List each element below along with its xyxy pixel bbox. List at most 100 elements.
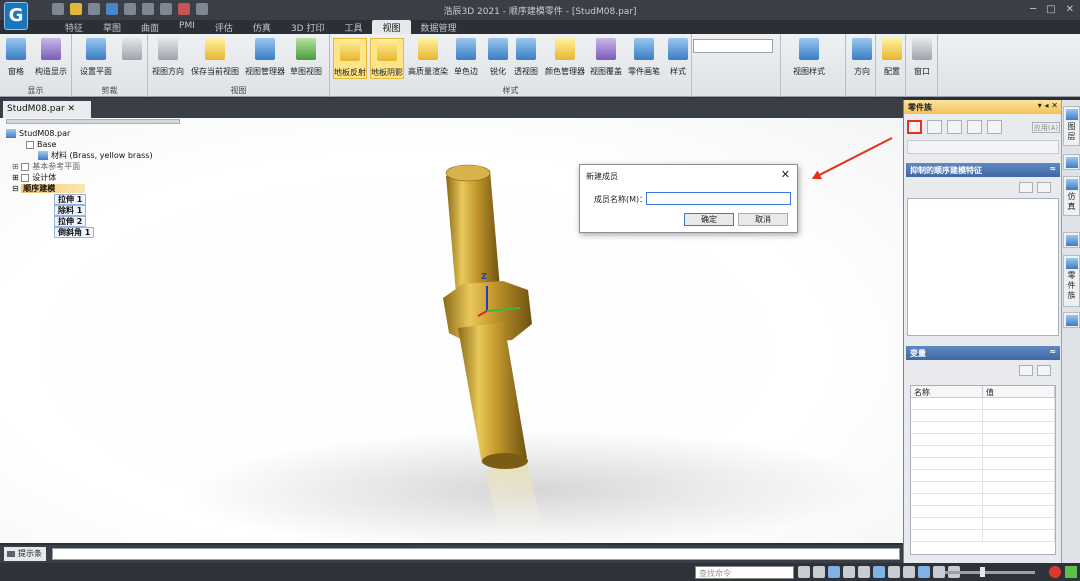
member-dropdown[interactable] — [907, 140, 1059, 154]
tree-base[interactable]: Base — [26, 139, 56, 150]
apply-button[interactable]: 应用(A) — [1032, 122, 1060, 133]
remove-feature-icon[interactable] — [1037, 182, 1051, 193]
zoom-slider[interactable] — [945, 567, 1035, 577]
floor-reflection-button[interactable]: 地板反射 — [333, 38, 367, 79]
render-icon[interactable] — [918, 566, 930, 578]
vtab-tool-c[interactable] — [1063, 312, 1080, 328]
set-plane-button[interactable]: 设置平面 — [80, 38, 112, 77]
construction-display-button[interactable]: 构造显示 — [35, 38, 67, 77]
window-button[interactable]: 窗口 — [912, 38, 932, 77]
table-icon[interactable] — [987, 120, 1002, 134]
table-row[interactable] — [911, 506, 1055, 518]
config-button[interactable]: 配置 — [882, 38, 902, 77]
perspective-button[interactable]: 透视图 — [514, 38, 538, 77]
close-tab-icon[interactable]: ✕ — [68, 104, 76, 114]
tree-ref-planes[interactable]: ⊞ 基本参考平面 — [12, 161, 80, 172]
copy-member-icon[interactable] — [927, 120, 942, 134]
tab-data-management[interactable]: 数据管理 — [411, 20, 467, 34]
stud-part[interactable] — [443, 164, 532, 469]
maximize-icon[interactable]: □ — [1046, 4, 1055, 15]
add-variable-icon[interactable] — [1019, 365, 1033, 376]
table-row[interactable] — [911, 482, 1055, 494]
tab-pmi[interactable]: PMI — [169, 20, 205, 34]
ok-button[interactable]: 确定 — [684, 213, 734, 226]
save-view-button[interactable]: 保存当前视图 — [191, 38, 239, 77]
tab-tools[interactable]: 工具 — [334, 20, 372, 34]
tab-feature[interactable]: 特征 — [55, 20, 93, 34]
table-row[interactable] — [911, 494, 1055, 506]
collapse-icon[interactable]: ⊟ — [12, 184, 21, 193]
minimize-icon[interactable]: ─ — [1030, 4, 1036, 15]
close-icon[interactable]: ✕ — [1066, 4, 1074, 15]
vtab-part-family[interactable]: 零件族 — [1063, 255, 1080, 307]
tab-surface[interactable]: 曲面 — [131, 20, 169, 34]
expand-icon[interactable]: ⊞ — [12, 162, 21, 171]
tab-sketch[interactable]: 草图 — [93, 20, 131, 34]
tab-evaluate[interactable]: 评估 — [205, 20, 243, 34]
table-row[interactable] — [911, 470, 1055, 482]
suppressed-features-list[interactable] — [907, 198, 1059, 336]
command-search-input[interactable]: 查找命令 — [695, 566, 794, 579]
vtab-layers[interactable]: 图层 — [1063, 106, 1080, 146]
tree-feature-1[interactable]: 拉伸 1 — [54, 194, 87, 205]
vtab-simulation[interactable]: 仿真 — [1063, 176, 1080, 216]
panes-button[interactable]: 窗格 — [6, 38, 26, 77]
table-row[interactable] — [911, 410, 1055, 422]
suppressed-features-header[interactable]: 抑制的顺序建模特征 ≈ — [906, 163, 1060, 177]
light-icon[interactable] — [933, 566, 945, 578]
floor-shadow-button[interactable]: 地板阴影 — [370, 38, 404, 79]
delete-member-icon[interactable] — [947, 120, 962, 134]
vtab-tool-b[interactable] — [1063, 232, 1080, 248]
view-style-button[interactable]: 视图样式 — [793, 38, 825, 77]
shade-icon[interactable] — [888, 566, 900, 578]
style-dropdown[interactable] — [693, 39, 773, 53]
variables-header[interactable]: 变量 ≈ — [906, 346, 1060, 360]
part-painter-button[interactable]: 零件画笔 — [628, 38, 660, 77]
tree-feature-2[interactable]: 除料 1 — [54, 205, 87, 216]
zoom-icon[interactable] — [828, 566, 840, 578]
remove-variable-icon[interactable] — [1037, 365, 1051, 376]
view-orientation-button[interactable]: 视图方向 — [152, 38, 184, 77]
tab-view[interactable]: 视图 — [372, 20, 411, 34]
tree-design-body[interactable]: ⊞ 设计体 — [12, 172, 56, 183]
table-row[interactable] — [911, 398, 1055, 410]
member-name-input[interactable] — [646, 192, 791, 205]
run-icon[interactable] — [1065, 566, 1077, 578]
checkbox-icon[interactable] — [26, 140, 34, 149]
rotate-icon[interactable] — [873, 566, 885, 578]
stop-icon[interactable] — [1049, 566, 1061, 578]
view-cube-icon[interactable] — [903, 566, 915, 578]
table-row[interactable] — [911, 422, 1055, 434]
tree-root[interactable]: StudM08.par — [6, 128, 70, 139]
arrow-icon[interactable] — [798, 566, 810, 578]
orient-button[interactable]: 方向 — [852, 38, 872, 77]
tree-material[interactable]: 材料 (Brass, yellow brass) — [38, 150, 153, 161]
vtab-tool-a[interactable] — [1063, 154, 1080, 170]
tree-feature-3[interactable]: 拉伸 2 — [54, 216, 87, 227]
prompt-bar-field[interactable] — [52, 548, 900, 560]
table-row[interactable] — [911, 458, 1055, 470]
table-row[interactable] — [911, 434, 1055, 446]
dialog-close-icon[interactable]: ✕ — [781, 168, 790, 181]
new-member-icon[interactable] — [907, 120, 922, 134]
tree-sequential[interactable]: ⊟ 顺序建模 — [12, 183, 86, 194]
tree-feature-4[interactable]: 倒斜角 1 — [54, 227, 95, 238]
mono-edge-button[interactable]: 单色边 — [454, 38, 478, 77]
collapse-chevron-icon[interactable]: ≈ — [1049, 347, 1056, 356]
member-props-icon[interactable] — [967, 120, 982, 134]
view-overlay-button[interactable]: 视图覆盖 — [590, 38, 622, 77]
panel-controls[interactable]: ▾ ◂ ✕ — [1038, 101, 1058, 110]
zoom-area-icon[interactable] — [813, 566, 825, 578]
cancel-button[interactable]: 取消 — [738, 213, 788, 226]
color-manager-button[interactable]: 颜色管理器 — [545, 38, 585, 77]
app-logo[interactable]: G — [4, 2, 28, 30]
tab-3d-print[interactable]: 3D 打印 — [281, 20, 335, 34]
collapse-chevron-icon[interactable]: ≈ — [1049, 164, 1056, 173]
table-row[interactable] — [911, 518, 1055, 530]
document-tab[interactable]: StudM08.par ✕ — [3, 101, 91, 118]
fit-icon[interactable] — [843, 566, 855, 578]
sketch-view-button[interactable]: 草图视图 — [290, 38, 322, 77]
add-feature-icon[interactable] — [1019, 182, 1033, 193]
expand-icon[interactable]: ⊞ — [12, 173, 21, 182]
clip-toggle-button[interactable] — [122, 38, 142, 66]
